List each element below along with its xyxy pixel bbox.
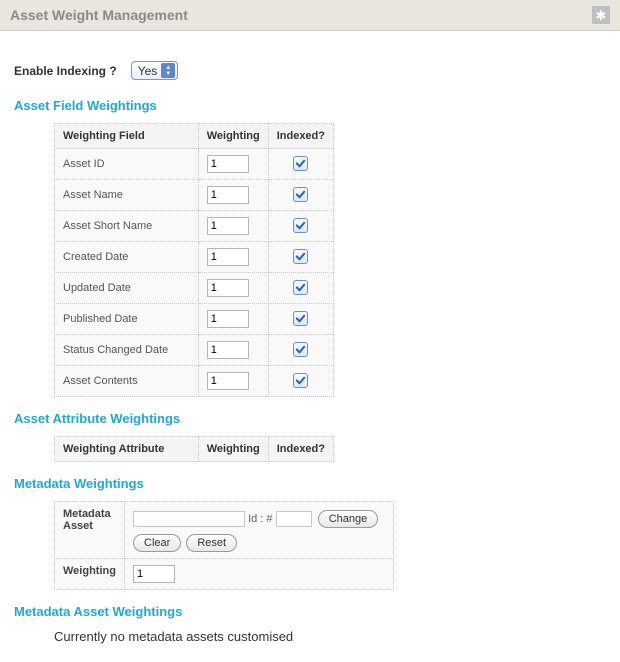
weighting-input[interactable] [207, 279, 249, 297]
metadata-asset-cell: Id : # Change Clear Reset [125, 502, 394, 559]
enable-indexing-select[interactable]: Yes ▲▼ [131, 61, 179, 80]
enable-indexing-row: Enable Indexing ? Yes ▲▼ [14, 61, 606, 80]
indexed-checkbox[interactable] [293, 342, 308, 357]
weighting-cell [198, 304, 268, 335]
table-row: Asset Contents [55, 366, 334, 397]
metadata-asset-id-input[interactable] [276, 511, 312, 527]
indexed-cell [268, 335, 333, 366]
star-icon[interactable]: ✱ [592, 6, 610, 24]
th-attr-weighting: Weighting [198, 437, 268, 462]
field-name: Status Changed Date [55, 335, 199, 366]
th-weighting-field: Weighting Field [55, 124, 199, 149]
indexed-cell [268, 211, 333, 242]
enable-indexing-label: Enable Indexing ? [14, 64, 117, 78]
select-arrows-icon: ▲▼ [161, 63, 175, 78]
weighting-input[interactable] [207, 310, 249, 328]
weighting-input[interactable] [207, 217, 249, 235]
weighting-cell [198, 180, 268, 211]
indexed-checkbox[interactable] [293, 373, 308, 388]
metadata-weighting-cell [125, 559, 394, 590]
weighting-cell [198, 273, 268, 304]
th-indexed: Indexed? [268, 124, 333, 149]
indexed-checkbox[interactable] [293, 156, 308, 171]
weighting-input[interactable] [207, 155, 249, 173]
weighting-cell [198, 211, 268, 242]
weighting-input[interactable] [207, 248, 249, 266]
weighting-input[interactable] [207, 341, 249, 359]
metadata-asset-name-input[interactable] [133, 511, 245, 527]
indexed-checkbox[interactable] [293, 280, 308, 295]
metadata-asset-label: Metadata Asset [55, 502, 125, 559]
table-row: Asset ID [55, 149, 334, 180]
weighting-cell [198, 335, 268, 366]
weighting-input[interactable] [207, 186, 249, 204]
metadata-id-label: Id : # [248, 513, 272, 525]
field-weightings-table: Weighting Field Weighting Indexed? Asset… [54, 123, 334, 397]
weighting-cell [198, 149, 268, 180]
field-name: Asset Name [55, 180, 199, 211]
content-area: Enable Indexing ? Yes ▲▼ Asset Field Wei… [0, 31, 620, 658]
th-weighting-attribute: Weighting Attribute [55, 437, 199, 462]
clear-button[interactable]: Clear [133, 534, 181, 552]
enable-indexing-value: Yes [138, 64, 162, 78]
table-row: Published Date [55, 304, 334, 335]
reset-button[interactable]: Reset [186, 534, 237, 552]
page-title: Asset Weight Management [10, 7, 188, 23]
indexed-checkbox[interactable] [293, 249, 308, 264]
metadata-weightings-table: Metadata Asset Id : # Change Clear Reset… [54, 501, 394, 590]
change-button[interactable]: Change [318, 510, 379, 528]
indexed-checkbox[interactable] [293, 187, 308, 202]
field-name: Updated Date [55, 273, 199, 304]
table-row: Asset Short Name [55, 211, 334, 242]
indexed-cell [268, 180, 333, 211]
field-name: Created Date [55, 242, 199, 273]
weighting-cell [198, 366, 268, 397]
indexed-checkbox[interactable] [293, 218, 308, 233]
indexed-cell [268, 366, 333, 397]
title-bar: Asset Weight Management ✱ [0, 0, 620, 31]
section-title-asset-weightings: Metadata Asset Weightings [14, 604, 606, 619]
field-name: Asset Contents [55, 366, 199, 397]
indexed-cell [268, 304, 333, 335]
section-title-attribute: Asset Attribute Weightings [14, 411, 606, 426]
weighting-cell [198, 242, 268, 273]
weighting-input[interactable] [207, 372, 249, 390]
table-row: Updated Date [55, 273, 334, 304]
section-title-field: Asset Field Weightings [14, 98, 606, 113]
asset-weightings-empty-message: Currently no metadata assets customised [54, 629, 606, 644]
indexed-checkbox[interactable] [293, 311, 308, 326]
metadata-weighting-input[interactable] [133, 565, 175, 583]
attribute-weightings-table: Weighting Attribute Weighting Indexed? [54, 436, 334, 462]
table-row: Created Date [55, 242, 334, 273]
table-row: Asset Name [55, 180, 334, 211]
indexed-cell [268, 242, 333, 273]
field-name: Asset ID [55, 149, 199, 180]
th-weighting: Weighting [198, 124, 268, 149]
field-name: Published Date [55, 304, 199, 335]
field-name: Asset Short Name [55, 211, 199, 242]
table-row: Status Changed Date [55, 335, 334, 366]
indexed-cell [268, 273, 333, 304]
metadata-weighting-label: Weighting [55, 559, 125, 590]
indexed-cell [268, 149, 333, 180]
th-attr-indexed: Indexed? [268, 437, 333, 462]
section-title-metadata: Metadata Weightings [14, 476, 606, 491]
